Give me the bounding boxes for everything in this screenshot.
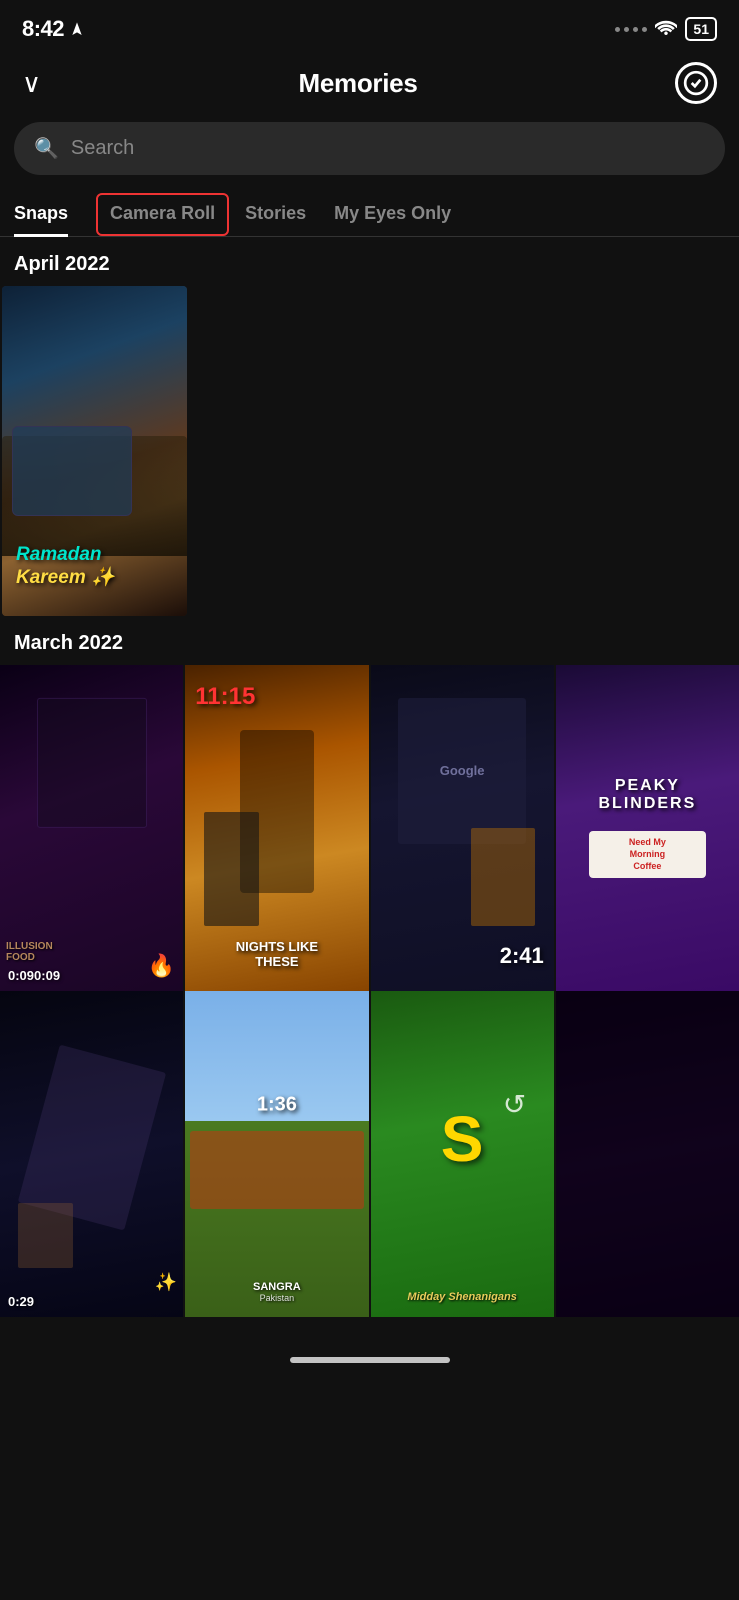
home-indicator-area	[0, 1317, 739, 1377]
battery-indicator: 51	[685, 17, 717, 41]
check-circle-icon	[683, 70, 709, 96]
time-m6: 1:36	[257, 1093, 297, 1116]
time-m3: 2:41	[500, 943, 544, 969]
page-title: Memories	[299, 68, 418, 99]
wifi-icon	[655, 19, 677, 40]
midday-text: Midday Shenanigans	[371, 1291, 554, 1303]
search-bar[interactable]: 🔍 Search	[14, 122, 725, 175]
snap-m7[interactable]: S ↺ Midday Shenanigans	[371, 991, 554, 1317]
status-bar: 8:42 51	[0, 0, 739, 54]
fire-emoji: 🔥	[148, 953, 175, 979]
section-april-2022: April 2022 Ramadan Kareem ✨	[0, 237, 739, 616]
sangra-text: SANGRA Pakistan	[185, 1281, 368, 1303]
tabs-bar: Snaps Camera Roll Stories My Eyes Only	[0, 193, 739, 237]
snap-april-1[interactable]: Ramadan Kareem ✨	[2, 286, 187, 616]
snap-s-logo: S	[441, 1102, 484, 1176]
tab-camera-roll[interactable]: Camera Roll	[96, 193, 229, 236]
overlay-ramadan: Ramadan	[16, 544, 115, 567]
snap-m8[interactable]	[556, 991, 739, 1317]
snap-m3[interactable]: Google 2:41	[371, 665, 554, 991]
status-time: 8:42	[22, 16, 85, 42]
coffee-text: Need MyMorningCoffee	[597, 837, 698, 872]
peaky-text: PEAKYBLINDERS	[598, 777, 696, 813]
snap-m4[interactable]: PEAKYBLINDERS Need MyMorningCoffee	[556, 665, 739, 991]
location-icon	[69, 21, 85, 37]
google-label: Google	[440, 763, 485, 778]
snap-m1-text: ILLUSIONFOOD	[6, 941, 53, 963]
march-grid-row-2: 0:29 ✨ 1:36 SANGRA Pakistan S ↺ Midday S…	[0, 991, 739, 1317]
section-april-header: April 2022	[0, 237, 739, 286]
search-icon: 🔍	[34, 136, 59, 161]
select-button[interactable]	[675, 62, 717, 104]
arrow-icon: ↺	[503, 1088, 526, 1121]
back-button[interactable]: ∨	[22, 70, 41, 96]
status-right-icons: 51	[615, 17, 717, 41]
march-grid-row-1: 0:090:09 ILLUSIONFOOD 🔥 11:15 NIGHTS LIK…	[0, 665, 739, 991]
snap-m6[interactable]: 1:36 SANGRA Pakistan	[185, 991, 368, 1317]
snap-m5[interactable]: 0:29 ✨	[0, 991, 183, 1317]
home-indicator	[290, 1357, 450, 1363]
text-m2: NIGHTS LIKETHESE	[189, 939, 364, 969]
section-march-header: March 2022	[0, 616, 739, 665]
time-m2: 11:15	[195, 683, 255, 711]
tab-stories[interactable]: Stories	[245, 193, 306, 236]
battery-level: 51	[693, 21, 709, 37]
tab-my-eyes-only[interactable]: My Eyes Only	[334, 193, 451, 236]
time-display: 8:42	[22, 16, 64, 42]
overlay-kareem: Kareem ✨	[16, 567, 115, 590]
duration-m5: 0:29	[8, 1294, 34, 1309]
snap-m1[interactable]: 0:090:09 ILLUSIONFOOD 🔥	[0, 665, 183, 991]
snap-m2[interactable]: 11:15 NIGHTS LIKETHESE	[185, 665, 368, 991]
duration-m1: 0:090:09	[8, 968, 60, 983]
search-placeholder: Search	[71, 137, 134, 160]
signal-dots	[615, 27, 647, 32]
header: ∨ Memories	[0, 54, 739, 122]
tab-snaps[interactable]: Snaps	[14, 193, 68, 236]
spark-emoji: ✨	[155, 1272, 177, 1293]
section-march-2022: March 2022 0:090:09 ILLUSIONFOOD 🔥 11:15…	[0, 616, 739, 1317]
